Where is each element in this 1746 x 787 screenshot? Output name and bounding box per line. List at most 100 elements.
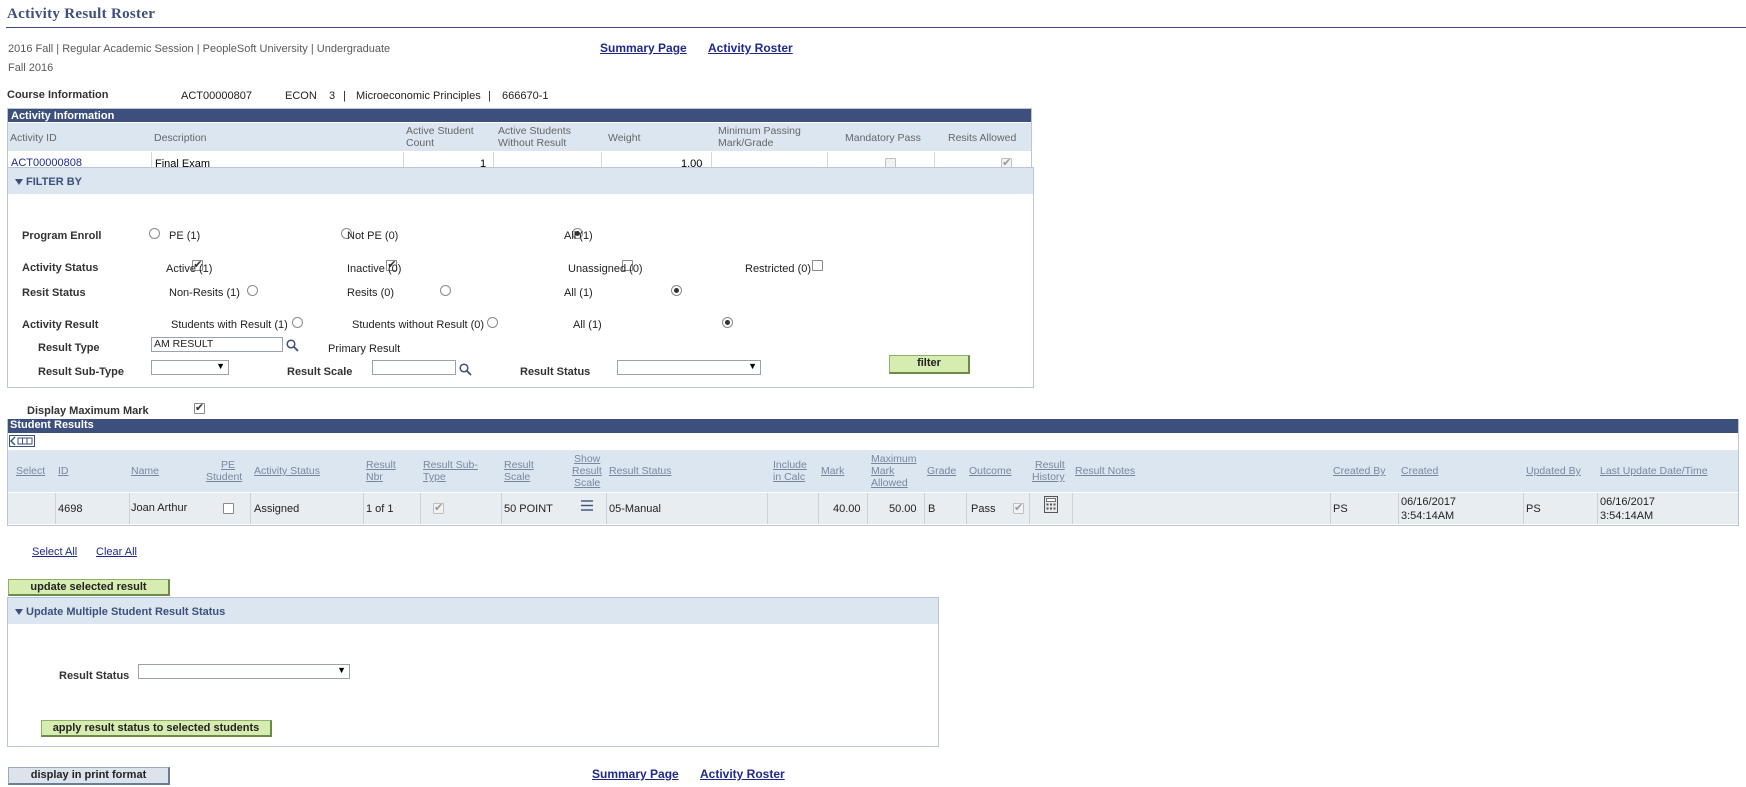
course-id: ACT00000807 xyxy=(181,90,252,102)
updated-by-value: PS xyxy=(1526,503,1541,515)
col-weight: Weight xyxy=(608,132,641,144)
with-result-radio[interactable] xyxy=(291,316,303,328)
col-without-result-1: Active Students xyxy=(498,125,571,137)
col-min-pass-2: Mark/Grade xyxy=(718,137,774,149)
student-id: 4698 xyxy=(58,503,83,515)
last-update-time: 3:54:14AM xyxy=(1600,510,1654,522)
summary-page-link[interactable]: Summary Page xyxy=(600,41,687,55)
col-history-2[interactable]: History xyxy=(1032,472,1065,483)
result-status-select[interactable]: ▼ xyxy=(617,360,761,375)
restricted-checkbox[interactable] xyxy=(812,259,824,271)
col-last-update[interactable]: Last Update Date/Time xyxy=(1600,466,1708,477)
col-result-notes[interactable]: Result Notes xyxy=(1075,466,1135,477)
dropdown-arrow-icon: ▼ xyxy=(748,361,757,371)
program-enroll-all-label: All (1) xyxy=(564,230,593,242)
col-show-scale-2[interactable]: Result xyxy=(572,466,602,477)
col-without-result-2: Without Result xyxy=(498,137,567,149)
col-max-mark-2[interactable]: Mark xyxy=(871,466,894,477)
col-result-status[interactable]: Result Status xyxy=(609,466,671,477)
outcome-value: Pass xyxy=(971,503,996,515)
col-pe-student-1[interactable]: PE xyxy=(221,460,235,471)
result-status-label: Result Status xyxy=(520,366,591,378)
show-scale-list-icon[interactable] xyxy=(580,499,594,512)
select-all-link[interactable]: Select All xyxy=(32,546,77,558)
max-mark-value: 50.00 xyxy=(889,503,917,515)
col-updated-by[interactable]: Updated By xyxy=(1526,466,1581,477)
pe-student-checkbox xyxy=(432,501,444,515)
col-mark[interactable]: Mark xyxy=(821,466,844,477)
col-select[interactable]: Select xyxy=(16,466,45,477)
col-active-count-1: Active Student xyxy=(406,125,474,137)
col-scale-1[interactable]: Result xyxy=(504,460,534,471)
filter-button[interactable]: filter xyxy=(889,355,970,374)
calculator-icon[interactable] xyxy=(1044,496,1058,513)
resit-all-radio[interactable] xyxy=(670,284,682,296)
result-type-search-icon[interactable] xyxy=(286,339,299,352)
unassigned-option-label: Unassigned (0) xyxy=(568,263,643,275)
col-id[interactable]: ID xyxy=(58,466,69,477)
col-activity-status[interactable]: Activity Status xyxy=(254,466,320,477)
result-scale-label: Result Scale xyxy=(287,366,353,378)
activity-grid-header: Activity ID Description Active Student C… xyxy=(8,123,1031,151)
result-type-input[interactable]: AM RESULT xyxy=(151,337,283,352)
term-short: Fall 2016 xyxy=(8,62,54,74)
activity-status-label: Activity Status xyxy=(22,262,99,274)
page-title: Activity Result Roster xyxy=(7,6,156,22)
col-result-nbr-1[interactable]: Result xyxy=(366,460,396,471)
col-pe-student-2[interactable]: Student xyxy=(206,472,242,483)
footer-activity-roster-link[interactable]: Activity Roster xyxy=(700,767,785,781)
resit-status-label: Resit Status xyxy=(22,287,86,299)
collapse-triangle-icon xyxy=(15,609,23,616)
col-subtype-2[interactable]: Type xyxy=(423,472,446,483)
col-resits-allowed: Resits Allowed xyxy=(948,132,1017,144)
result-scale-search-icon[interactable] xyxy=(459,363,472,376)
col-show-scale-3[interactable]: Scale xyxy=(574,478,600,489)
result-subtype-select[interactable]: ▼ xyxy=(151,360,229,375)
result-status-value: 05-Manual xyxy=(609,503,661,515)
col-include-calc-2[interactable]: in Calc xyxy=(773,472,805,483)
col-outcome[interactable]: Outcome xyxy=(969,466,1012,477)
footer-summary-page-link[interactable]: Summary Page xyxy=(592,767,679,781)
filter-header[interactable]: FILTER BY xyxy=(8,168,1033,194)
col-min-pass-1: Minimum Passing xyxy=(718,125,801,137)
created-time: 3:54:14AM xyxy=(1401,510,1455,522)
created-by-value: PS xyxy=(1333,503,1348,515)
update-multiple-header[interactable]: Update Multiple Student Result Status xyxy=(8,598,938,624)
pe-radio[interactable] xyxy=(149,227,160,239)
col-max-mark-3[interactable]: Allowed xyxy=(871,478,908,489)
col-include-calc-1[interactable]: Include xyxy=(773,460,807,471)
resits-radio[interactable] xyxy=(439,284,451,296)
col-max-mark-1[interactable]: Maximum xyxy=(871,454,917,465)
apply-result-status-button[interactable]: apply result status to selected students xyxy=(41,720,272,737)
col-mandatory-pass: Mandatory Pass xyxy=(845,132,921,144)
col-scale-2[interactable]: Scale xyxy=(504,472,530,483)
activity-result-all-radio[interactable] xyxy=(721,316,733,328)
activity-grid: Activity Information Activity ID Descrip… xyxy=(7,108,1032,176)
print-format-button[interactable]: display in print format xyxy=(8,767,170,785)
include-calc-checkbox xyxy=(1013,501,1024,515)
col-show-scale-1[interactable]: Show xyxy=(574,454,600,465)
grid-personalize-icon[interactable] xyxy=(9,435,35,447)
update-selected-result-button[interactable]: update selected result xyxy=(8,579,170,596)
resit-all-label: All (1) xyxy=(564,287,593,299)
display-max-mark-checkbox[interactable] xyxy=(193,401,205,415)
col-name[interactable]: Name xyxy=(131,466,159,477)
col-created-by[interactable]: Created By xyxy=(1333,466,1386,477)
col-history-1[interactable]: Result xyxy=(1035,460,1065,471)
update-result-status-select[interactable]: ▼ xyxy=(138,664,350,679)
filter-title: FILTER BY xyxy=(26,176,83,188)
resits-option-label: Resits (0) xyxy=(347,287,395,299)
without-result-radio[interactable] xyxy=(486,316,498,328)
row-select-checkbox[interactable] xyxy=(222,502,234,514)
result-type-label: Result Type xyxy=(38,342,100,354)
col-created[interactable]: Created xyxy=(1401,466,1438,477)
activity-roster-link[interactable]: Activity Roster xyxy=(708,41,793,55)
col-result-nbr-2[interactable]: Nbr xyxy=(366,472,383,483)
result-type-description: Primary Result xyxy=(328,343,401,355)
clear-all-link[interactable]: Clear All xyxy=(96,546,137,558)
display-max-mark-label: Display Maximum Mark xyxy=(27,405,149,417)
col-subtype-1[interactable]: Result Sub- xyxy=(423,460,478,471)
col-grade[interactable]: Grade xyxy=(927,466,956,477)
non-resits-radio[interactable] xyxy=(247,284,259,296)
result-scale-input[interactable] xyxy=(372,360,456,375)
